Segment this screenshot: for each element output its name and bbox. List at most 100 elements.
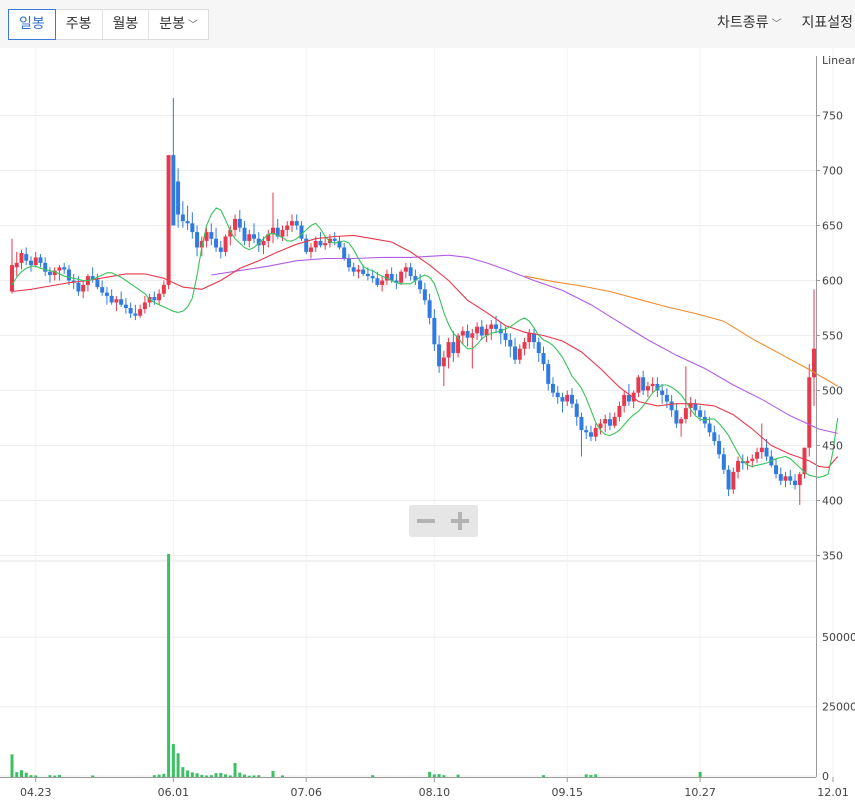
candle-body [28, 260, 33, 266]
time-tick-label: 09.15 [551, 786, 583, 799]
volume-bar [589, 774, 593, 777]
volume-bar [152, 775, 156, 777]
volume-bar [209, 775, 213, 777]
candle-body [289, 221, 294, 226]
candle-body [797, 474, 802, 486]
axes: 350 400 450 500 550 600 650 700 750 Linear 0 25000 5… [0, 54, 855, 799]
candle-body [361, 269, 366, 274]
candle-body [323, 243, 328, 246]
tab-daily[interactable]: 일봉 [8, 9, 56, 40]
candle-body [503, 333, 508, 340]
candle-body [308, 247, 313, 252]
candle-body [408, 267, 413, 277]
volume-bar [233, 762, 237, 777]
minus-icon [417, 519, 435, 523]
candle-body [157, 293, 162, 301]
candle-body [555, 392, 560, 398]
candle-body [451, 342, 456, 354]
price-tick-label: 550 [822, 330, 843, 343]
candle-body [726, 469, 731, 490]
candle-body [759, 447, 764, 453]
volume-bar [594, 774, 598, 777]
time-tick-label: 07.06 [290, 786, 322, 799]
candle-body [218, 247, 223, 252]
candle-body [138, 309, 143, 316]
candle-body [109, 295, 114, 303]
candles [10, 97, 816, 505]
toolbar-right-menu: 차트종류 ﹀ 지표설정 [717, 12, 853, 32]
grid [0, 48, 834, 777]
time-tick-label: 06.01 [158, 786, 190, 799]
candle-body [375, 278, 380, 285]
indicator-settings-button[interactable]: 지표설정 [801, 12, 853, 32]
tab-minute[interactable]: 분봉 ﹀ [149, 10, 208, 39]
candle-body [683, 408, 688, 420]
time-tick-label: 10.27 [684, 786, 716, 799]
price-tick-label: 600 [822, 275, 843, 288]
candle-body [346, 258, 351, 268]
candle-body [142, 302, 147, 310]
stock-chart[interactable]: 350 400 450 500 550 600 650 700 750 Linear 0 25000 5… [0, 48, 855, 802]
candle-body [731, 471, 736, 490]
volume-bar [371, 775, 375, 777]
price-tick-label: 650 [822, 220, 843, 233]
candle-body [437, 344, 442, 367]
candle-body [641, 377, 646, 391]
candle-body [242, 227, 247, 241]
candle-body [76, 282, 81, 292]
candle-body [612, 416, 617, 426]
zoom-controls [409, 505, 478, 537]
candle-body [171, 155, 176, 226]
candle-body [494, 324, 499, 329]
volume-bar [91, 775, 95, 777]
volume-grid [0, 636, 816, 777]
volume-bar [257, 775, 261, 777]
candle-body [460, 331, 465, 336]
candle-body [128, 308, 133, 314]
candle-body [427, 300, 432, 318]
candle-body [351, 267, 356, 272]
candle-body [104, 292, 109, 296]
candle-body [522, 342, 527, 349]
volume-bar [442, 775, 446, 777]
volume-bar [171, 744, 175, 777]
volume-bar [243, 774, 247, 777]
ma120-line [524, 275, 838, 387]
candle-body [133, 313, 138, 316]
zoom-out-button[interactable] [409, 505, 443, 537]
candle-body [693, 403, 698, 411]
candle-body [622, 394, 627, 406]
candle-body [679, 419, 684, 424]
volume-bar [247, 775, 251, 777]
candle-body [660, 390, 665, 395]
candle-body [119, 299, 124, 305]
volume-bar [34, 775, 38, 777]
candle-body [237, 218, 242, 228]
volume-bar [228, 775, 232, 777]
candle-body [399, 271, 404, 283]
period-tabs: 일봉 주봉 월봉 분봉 ﹀ [8, 9, 210, 40]
volume-bars [10, 553, 702, 777]
candle-body [712, 432, 717, 442]
candle-body [745, 460, 750, 464]
price-tick-label: 400 [822, 495, 843, 508]
candle-body [764, 447, 769, 457]
candle-body [607, 419, 612, 426]
zoom-in-button[interactable] [443, 505, 477, 537]
candle-body [550, 383, 555, 393]
candle-body [479, 326, 484, 336]
time-tick-label: 12.01 [817, 786, 849, 799]
chart-type-dropdown[interactable]: 차트종류 ﹀ [717, 12, 782, 32]
tab-weekly[interactable]: 주봉 [56, 10, 103, 39]
candle-body [285, 225, 290, 230]
volume-bar [437, 774, 441, 777]
candle-body [38, 257, 43, 263]
candle-body [66, 269, 71, 281]
volume-bar [181, 767, 185, 777]
candle-body [536, 342, 541, 354]
candle-body [650, 383, 655, 387]
candle-body [579, 416, 584, 431]
volume-bar [271, 771, 275, 777]
tab-monthly[interactable]: 월봉 [103, 10, 150, 39]
candle-body [166, 155, 171, 285]
